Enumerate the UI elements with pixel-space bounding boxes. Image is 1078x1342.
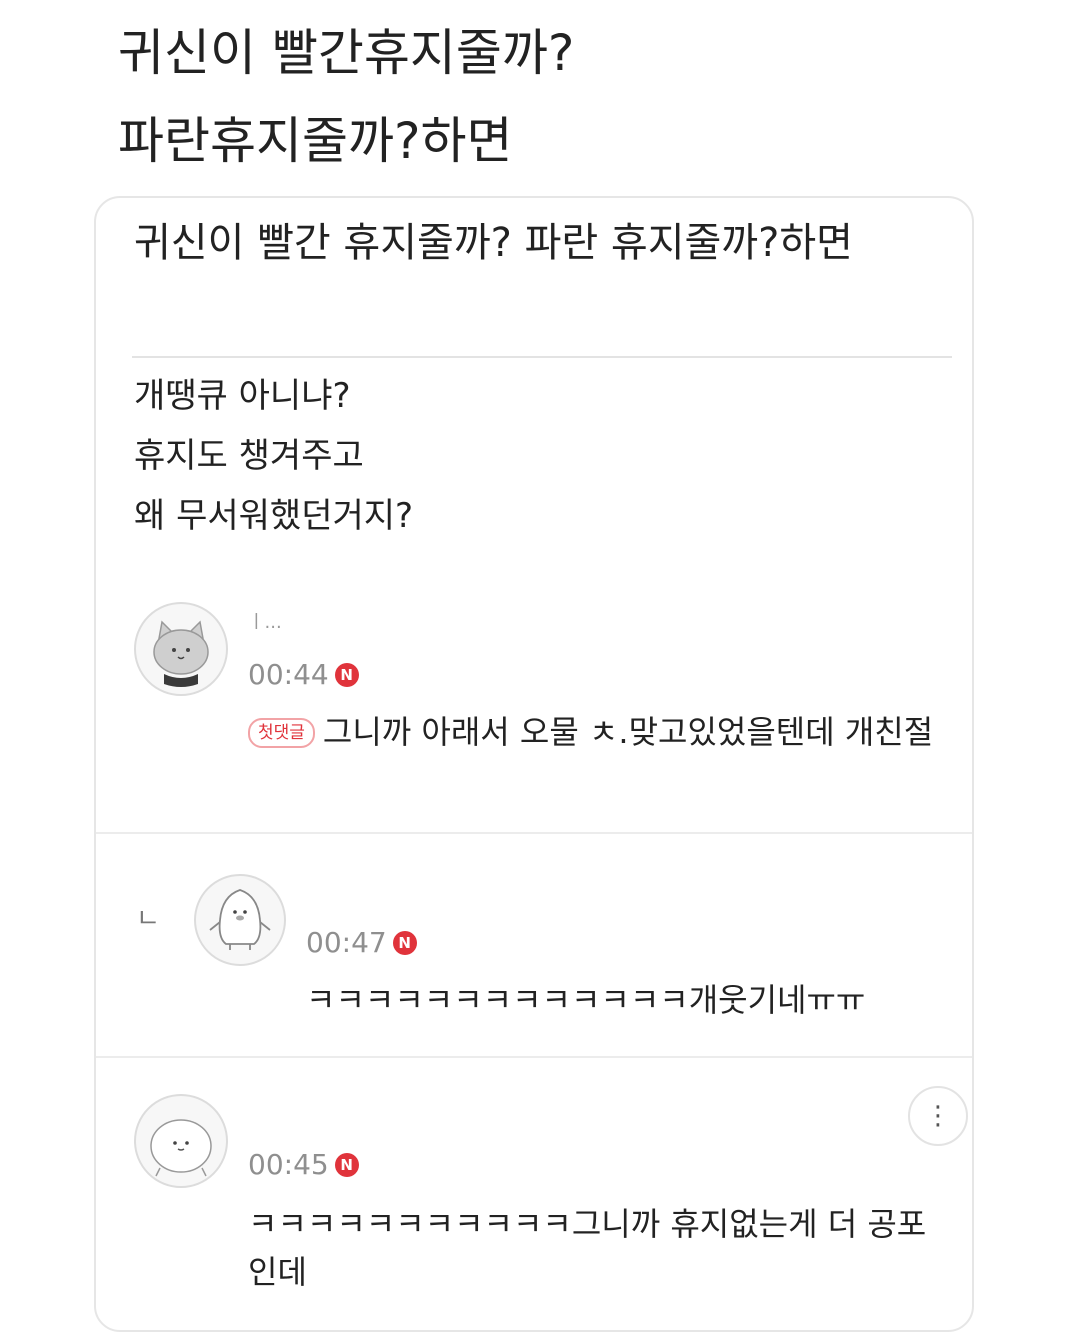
round-face-avatar-icon[interactable] <box>134 1094 228 1188</box>
comment-meta: 00:44 N <box>248 658 359 691</box>
caption-line-2: 파란휴지줄까?하면 <box>118 112 513 170</box>
comment-body: 그니까 아래서 오물 ㅊ.맞고있었을텐데 개친절 <box>322 713 934 751</box>
caption-line-1: 귀신이 빨간휴지줄까? <box>118 24 575 82</box>
post-body-line: 휴지도 챙겨주고 <box>134 436 364 476</box>
cat-avatar-icon[interactable] <box>134 602 228 696</box>
post-body-line: 왜 무서워했던거지? <box>134 496 414 536</box>
reply-marker: ㄴ <box>136 904 160 934</box>
post-screenshot-card: 귀신이 빨간 휴지줄까? 파란 휴지줄까?하면 개땡큐 아니냐? 휴지도 챙겨주… <box>94 196 974 1332</box>
comment-divider <box>96 832 972 834</box>
comment-meta: 00:45 N <box>248 1148 359 1181</box>
comment-divider <box>96 1056 972 1058</box>
comment-text: 첫댓글 그니까 아래서 오물 ㅊ.맞고있었을텐데 개친절 <box>248 708 938 756</box>
comment-time: 00:44 <box>248 658 329 691</box>
comment-time: 00:45 <box>248 1148 329 1181</box>
comment-meta: 00:47 N <box>306 926 417 959</box>
post-body-line: 개땡큐 아니냐? <box>134 376 351 416</box>
comment-time: 00:47 <box>306 926 387 959</box>
comment-text: ㅋㅋㅋㅋㅋㅋㅋㅋㅋㅋㅋ그니까 휴지없는게 더 공포인데 <box>248 1205 927 1291</box>
comment-author-row: ㅣ... <box>248 608 282 634</box>
new-badge: N <box>334 1152 359 1177</box>
post-title: 귀신이 빨간 휴지줄까? 파란 휴지줄까?하면 <box>134 220 853 266</box>
more-options-button[interactable]: ⋮ <box>908 1086 968 1146</box>
comment-text: ㅋㅋㅋㅋㅋㅋㅋㅋㅋㅋㅋㅋㅋ개웃기네ㅠㅠ <box>306 981 866 1019</box>
penguin-avatar-icon[interactable] <box>194 874 286 966</box>
comment-author: ㅣ... <box>248 612 282 633</box>
title-divider <box>132 356 952 358</box>
vertical-dots-icon: ⋮ <box>925 1101 951 1131</box>
first-comment-badge: 첫댓글 <box>248 718 315 748</box>
new-badge: N <box>392 930 417 955</box>
new-badge: N <box>334 662 359 687</box>
